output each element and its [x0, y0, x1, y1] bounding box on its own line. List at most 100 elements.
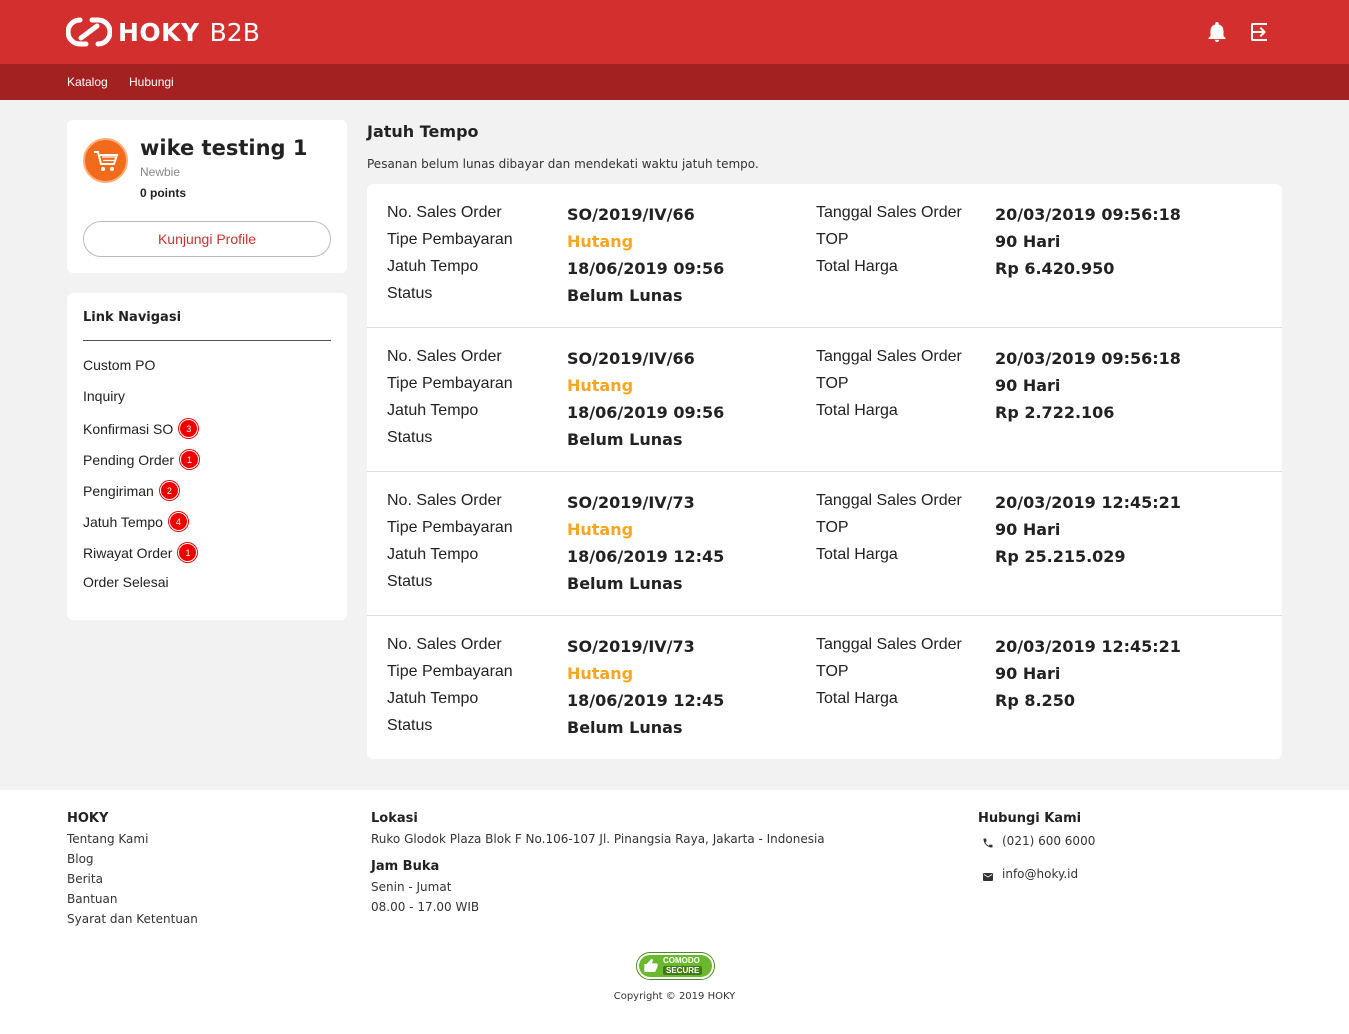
sidenav-item-inquiry[interactable]: Inquiry — [83, 388, 125, 404]
payment-label: Tipe Pembayaran — [387, 663, 513, 680]
footer-location-title: Lokasi — [371, 811, 418, 826]
footer-days: Senin - Jumat — [371, 880, 452, 894]
due-label: Jatuh Tempo — [387, 690, 479, 707]
payment-value: Hutang — [567, 376, 634, 395]
sidenav-item-label: Order Selesai — [83, 574, 169, 590]
so-value: SO/2019/IV/73 — [567, 493, 695, 512]
sidenav-item-label: Custom PO — [83, 357, 156, 373]
so-date-value: 20/03/2019 09:56:18 — [995, 205, 1181, 224]
total-label: Total Harga — [816, 402, 898, 419]
top-value: 90 Hari — [995, 664, 1061, 683]
avatar — [83, 138, 128, 183]
badge-line-1: COMODO — [663, 956, 700, 965]
so-label: No. Sales Order — [387, 204, 502, 221]
status-label: Status — [387, 573, 433, 590]
order-card[interactable]: No. Sales Order Tipe Pembayaran Jatuh Te… — [367, 328, 1282, 472]
count-badge: 1 — [180, 450, 200, 469]
sidenav-item-label: Inquiry — [83, 388, 126, 404]
top-header: HOKY B2B — [0, 0, 1349, 64]
footer-link-syarat[interactable]: Syarat dan Ketentuan — [67, 912, 198, 926]
footer-hoky-title: HOKY — [67, 811, 109, 826]
status-label: Status — [387, 429, 433, 446]
so-label: No. Sales Order — [387, 348, 502, 365]
footer-address: Ruko Glodok Plaza Blok F No.106-107 Jl. … — [371, 832, 825, 846]
footer-contact-title: Hubungi Kami — [978, 811, 1082, 826]
logout-icon[interactable] — [1247, 20, 1271, 44]
order-card[interactable]: No. Sales Order Tipe Pembayaran Jatuh Te… — [367, 184, 1282, 328]
footer-link-blog[interactable]: Blog — [67, 852, 94, 866]
sidenav-item-label: Pending Order — [83, 451, 175, 468]
count-badge: 1 — [178, 543, 198, 562]
sidenav-item-pengiriman[interactable]: Pengiriman 2 — [83, 481, 179, 500]
comodo-secure-badge[interactable]: COMODO SECURE — [637, 953, 714, 979]
profile-points: 0 points — [140, 186, 187, 200]
so-date-value: 20/03/2019 09:56:18 — [995, 349, 1181, 368]
so-date-value: 20/03/2019 12:45:21 — [995, 637, 1181, 656]
status-value: Belum Lunas — [567, 430, 683, 449]
so-value: SO/2019/IV/66 — [567, 349, 695, 368]
page-title: Jatuh Tempo — [367, 122, 479, 141]
sidenav-item-custom-po[interactable]: Custom PO — [83, 357, 155, 373]
visit-profile-button[interactable]: Kunjungi Profile — [83, 221, 331, 257]
due-value: 18/06/2019 12:45 — [567, 547, 725, 566]
side-nav-card: Link Navigasi Custom PO Inquiry Konfirma… — [67, 293, 347, 620]
so-date-label: Tanggal Sales Order — [816, 348, 962, 365]
sidenav-item-jatuh-tempo[interactable]: Jatuh Tempo 4 — [83, 512, 188, 531]
total-value: Rp 25.215.029 — [995, 547, 1126, 566]
bell-icon[interactable] — [1205, 20, 1229, 44]
copyright: Copyright © 2019 HOKY — [613, 991, 736, 1002]
top-value: 90 Hari — [995, 232, 1061, 251]
due-label: Jatuh Tempo — [387, 402, 479, 419]
footer-link-bantuan[interactable]: Bantuan — [67, 892, 117, 906]
status-value: Belum Lunas — [567, 574, 683, 593]
nav-katalog[interactable]: Katalog — [67, 75, 108, 89]
phone-icon — [982, 836, 994, 848]
footer-link-berita[interactable]: Berita — [67, 872, 103, 886]
status-label: Status — [387, 285, 433, 302]
thumbs-up-icon — [644, 958, 658, 972]
sidenav-item-order-selesai[interactable]: Order Selesai — [83, 574, 169, 590]
sidenav-item-riwayat-order[interactable]: Riwayat Order 1 — [83, 543, 198, 562]
footer-hours: 08.00 - 17.00 WIB — [371, 900, 480, 914]
count-badge: 4 — [168, 512, 188, 531]
top-value: 90 Hari — [995, 520, 1061, 539]
sidenav-item-konfirmasi-so[interactable]: Konfirmasi SO 3 — [83, 419, 199, 438]
email-icon — [982, 870, 994, 882]
payment-label: Tipe Pembayaran — [387, 375, 513, 392]
so-label: No. Sales Order — [387, 492, 502, 509]
count-badge: 2 — [159, 481, 179, 500]
footer-link-tentang-kami[interactable]: Tentang Kami — [67, 832, 148, 846]
payment-value: Hutang — [567, 520, 634, 539]
nav-hubungi[interactable]: Hubungi — [129, 75, 174, 89]
side-nav-title: Link Navigasi — [83, 310, 182, 325]
total-label: Total Harga — [816, 546, 898, 563]
order-card[interactable]: No. Sales Order Tipe Pembayaran Jatuh Te… — [367, 472, 1282, 616]
profile-level: Newbie — [140, 165, 181, 179]
due-label: Jatuh Tempo — [387, 546, 479, 563]
total-label: Total Harga — [816, 258, 898, 275]
status-label: Status — [387, 717, 433, 734]
so-date-label: Tanggal Sales Order — [816, 636, 962, 653]
shopping-cart-icon — [93, 150, 118, 171]
sidenav-item-label: Riwayat Order — [83, 544, 173, 561]
footer-phone[interactable]: (021) 600 6000 — [1002, 834, 1095, 848]
payment-value: Hutang — [567, 664, 634, 683]
brand-logo[interactable]: HOKY B2B — [66, 14, 260, 50]
footer-email[interactable]: info@hoky.id — [1002, 867, 1078, 881]
total-label: Total Harga — [816, 690, 898, 707]
page-description: Pesanan belum lunas dibayar dan mendekat… — [367, 157, 759, 171]
count-badge: 3 — [179, 419, 199, 438]
sidenav-item-label: Pengiriman — [83, 482, 154, 499]
logo-mark-icon — [66, 17, 112, 47]
order-card[interactable]: No. Sales Order Tipe Pembayaran Jatuh Te… — [367, 616, 1282, 759]
so-label: No. Sales Order — [387, 636, 502, 653]
total-value: Rp 2.722.106 — [995, 403, 1115, 422]
top-label: TOP — [816, 375, 849, 392]
top-value: 90 Hari — [995, 376, 1061, 395]
sidenav-item-pending-order[interactable]: Pending Order 1 — [83, 450, 200, 469]
total-value: Rp 6.420.950 — [995, 259, 1115, 278]
so-date-value: 20/03/2019 12:45:21 — [995, 493, 1181, 512]
so-date-label: Tanggal Sales Order — [816, 492, 962, 509]
due-value: 18/06/2019 09:56 — [567, 259, 725, 278]
so-date-label: Tanggal Sales Order — [816, 204, 962, 221]
